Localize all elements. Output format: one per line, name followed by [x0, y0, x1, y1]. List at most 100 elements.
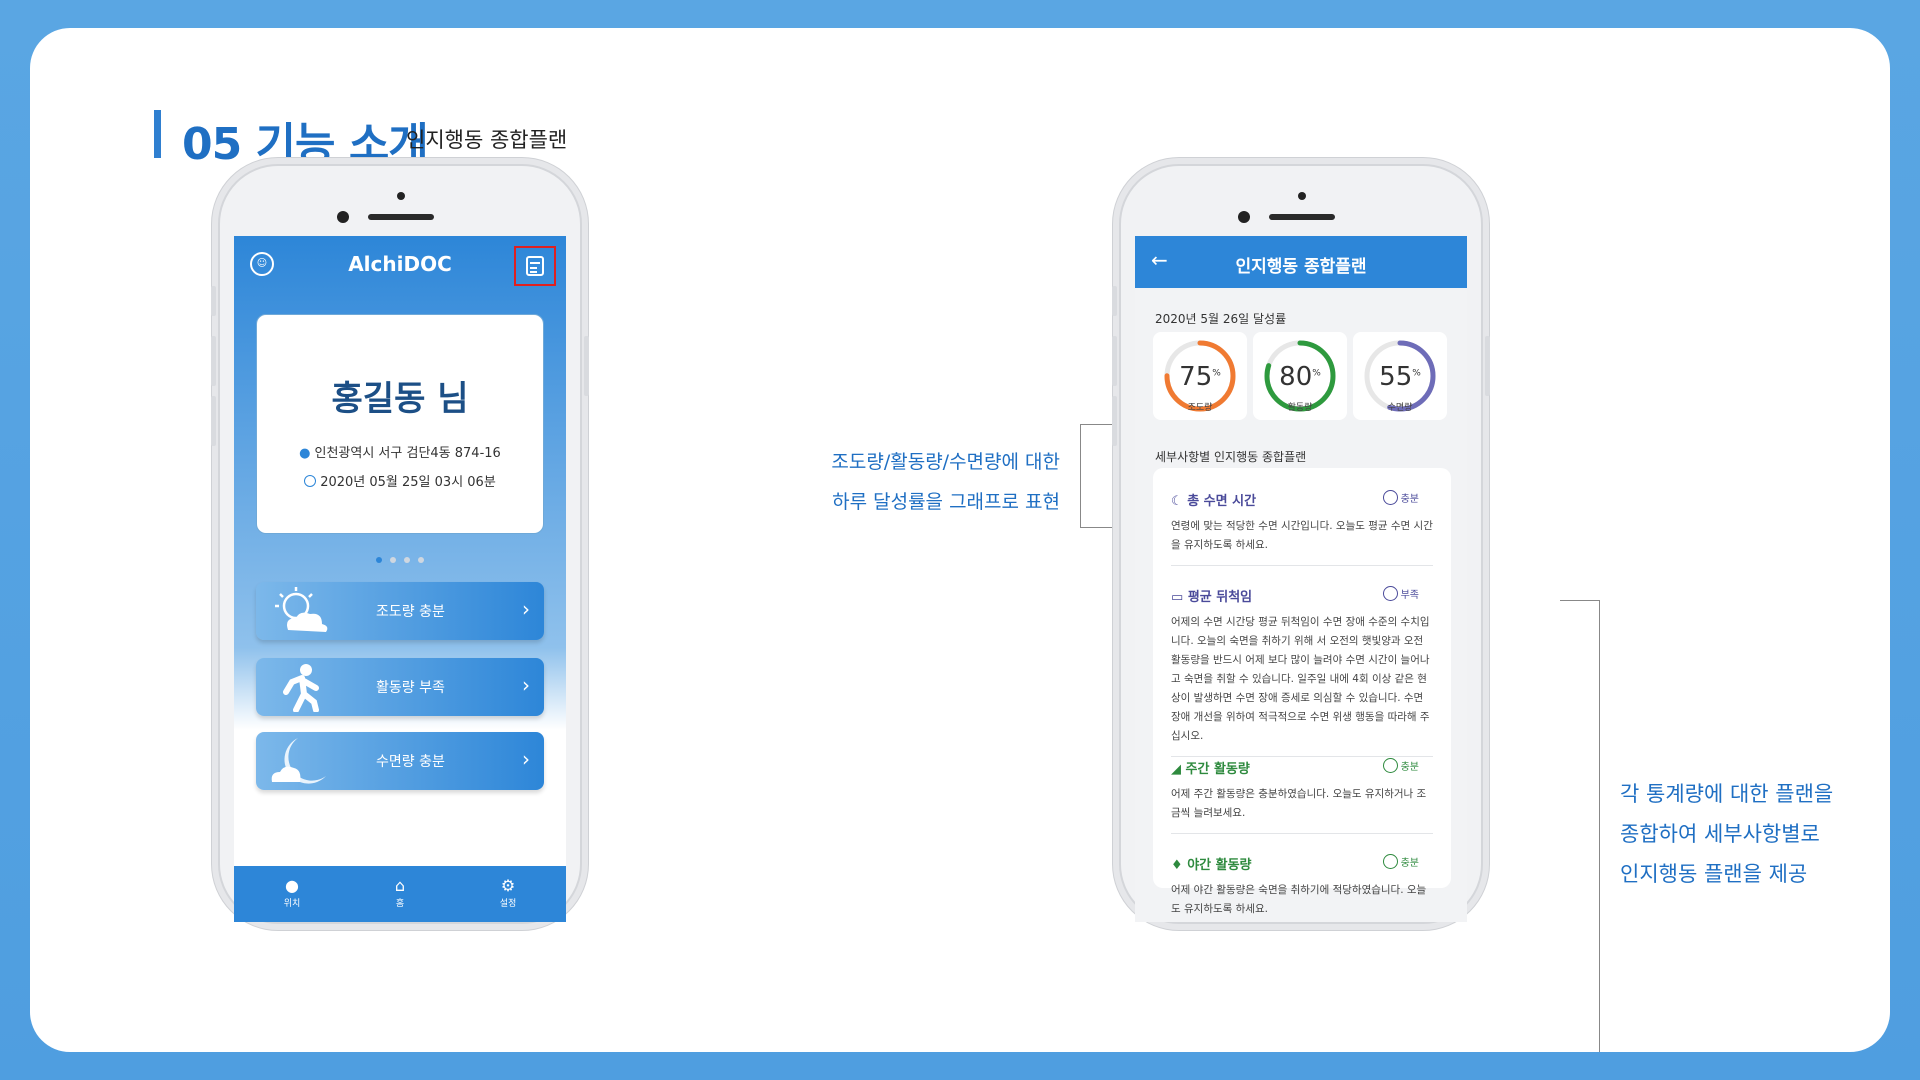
chevron-right-icon: ›: [522, 597, 530, 621]
moon-icon: ☾: [1171, 494, 1188, 509]
chevron-right-icon: ›: [522, 747, 530, 771]
bottom-nav: ● 위치 ⌂ 홈 ⚙ 설정: [234, 866, 566, 922]
bracket-connector: [1560, 600, 1600, 1052]
smile-icon: [1382, 490, 1398, 505]
detail-plan-card: ☾ 총 수면 시간 충분 연령에 맞는 적당한 수면 시간입니다. 오늘도 평균…: [1153, 468, 1451, 915]
nav-label: 위치: [283, 899, 301, 909]
menu-label: 활동량 부족: [376, 680, 445, 696]
nav-home[interactable]: ⌂ 홈: [370, 876, 430, 909]
divider: [1171, 833, 1433, 834]
clock-icon: [304, 475, 317, 487]
detail-title: 세부사항별 인지행동 종합플랜: [1155, 450, 1307, 464]
phone-plan-screen: ← 인지행동 종합플랜 2020년 5월 26일 달성률 75% 조도량 80%…: [1112, 164, 1490, 924]
section-day-activity: ◢ 주간 활동량 충분 어제 주간 활동량은 충분하였습니다. 오늘도 유지하거…: [1171, 758, 1433, 834]
location-pin-icon: ●: [285, 876, 299, 895]
divider: [1171, 565, 1433, 566]
menu-button-sleep[interactable]: 수면량 충분 ›: [256, 732, 544, 790]
phone-home-screen: ☺ AlchiDOC 홍길동 님 ● 인천광역시 서구 검단4동 874-16 2…: [211, 164, 589, 924]
header-accent-bar: [154, 110, 161, 158]
gauge-value: 55%: [1379, 362, 1421, 392]
status-badge: 부족: [1382, 586, 1419, 601]
callout-line: 하루 달성률을 그래프로 표현: [832, 491, 1060, 513]
home-icon: ⌂: [394, 876, 406, 895]
menu-label: 조도량 충분: [376, 604, 445, 620]
user-info-card: 홍길동 님 ● 인천광역시 서구 검단4동 874-16 2020년 05월 25…: [256, 314, 544, 534]
location-pin-icon: ●: [299, 446, 311, 461]
achievement-title: 2020년 5월 26일 달성률: [1155, 312, 1287, 326]
gauge-value: 75%: [1179, 362, 1221, 392]
user-address: ● 인천광역시 서구 검단4동 874-16: [257, 442, 543, 461]
page-dot[interactable]: [376, 557, 382, 563]
phone-camera: [337, 211, 349, 223]
datetime-text: 2020년 05월 25일 03시 06분: [320, 475, 496, 490]
divider: [1171, 756, 1433, 757]
nav-label: 홈: [395, 899, 405, 909]
user-datetime: 2020년 05월 25일 03시 06분: [257, 471, 543, 490]
smile-icon: [1382, 854, 1398, 869]
status-badge: 충분: [1382, 854, 1419, 869]
gauge-card-light: 75% 조도량: [1153, 332, 1247, 420]
flame-icon: ♦: [1171, 858, 1188, 873]
phone-side-button: [1485, 336, 1490, 396]
page-dot[interactable]: [404, 557, 410, 563]
section-total-sleep: ☾ 총 수면 시간 충분 연령에 맞는 적당한 수면 시간입니다. 오늘도 평균…: [1171, 490, 1433, 566]
phone-sensor: [1298, 192, 1306, 200]
plan-title: 인지행동 종합플랜: [1235, 257, 1367, 277]
callout-line: 종합하여 세부사항별로: [1620, 822, 1820, 846]
moon-cloud-icon: [271, 738, 326, 784]
menu-button-light[interactable]: 조도량 충분 ›: [256, 582, 544, 640]
slide-subtitle: 인지행동 종합플랜: [406, 128, 568, 152]
plan-screen: ← 인지행동 종합플랜 2020년 5월 26일 달성률 75% 조도량 80%…: [1135, 236, 1467, 922]
calendar-highlight-box[interactable]: [514, 246, 556, 286]
section-body: 연령에 맞는 적당한 수면 시간입니다. 오늘도 평균 수면 시간을 유지하도록…: [1171, 520, 1433, 551]
home-screen: ☺ AlchiDOC 홍길동 님 ● 인천광역시 서구 검단4동 874-16 2…: [234, 236, 566, 922]
bed-icon: ▭: [1171, 590, 1188, 605]
phone-side-button: [211, 286, 216, 316]
phone-side-button: [1112, 286, 1117, 316]
callout-line: 인지행동 플랜을 제공: [1620, 862, 1808, 886]
gauge-label: 조도량: [1187, 403, 1213, 413]
page-indicator[interactable]: [234, 548, 566, 567]
phone-camera: [1238, 211, 1250, 223]
status-badge: 충분: [1382, 490, 1419, 505]
page-dot[interactable]: [418, 557, 424, 563]
callout-graph: 조도량/활동량/수면량에 대한 하루 달성률을 그래프로 표현: [798, 442, 1060, 522]
phone-speaker: [368, 214, 434, 220]
callout-line: 조도량/활동량/수면량에 대한: [831, 451, 1060, 473]
page-dot[interactable]: [390, 557, 396, 563]
section-body: 어제 주간 활동량은 충분하였습니다. 오늘도 유지하거나 조금씩 늘려보세요.: [1171, 788, 1427, 819]
menu-button-activity[interactable]: 활동량 부족 ›: [256, 658, 544, 716]
nav-label: 설정: [499, 899, 517, 909]
phone-side-button: [584, 336, 589, 396]
gear-icon: ⚙: [500, 876, 516, 895]
gauge-card-activity: 80% 활동량: [1253, 332, 1347, 420]
slide: 05 기능 소개 인지행동 종합플랜 ☺ AlchiDOC 홍길동 님 ● 인천광…: [30, 28, 1890, 1052]
phone-side-button: [1112, 396, 1117, 446]
address-text: 인천광역시 서구 검단4동 874-16: [314, 446, 501, 461]
section-body: 어제의 수면 시간당 평균 뒤척임이 수면 장애 수준의 수치입니다. 오늘의 …: [1171, 616, 1430, 742]
gauge-label: 수면량: [1387, 403, 1413, 413]
plan-top-bar: ← 인지행동 종합플랜: [1135, 236, 1467, 288]
section-tossing: ▭ 평균 뒤척임 부족 어제의 수면 시간당 평균 뒤척임이 수면 장애 수준의…: [1171, 586, 1433, 757]
shoe-icon: ◢: [1171, 762, 1186, 777]
walking-person-icon: [283, 664, 319, 712]
smile-icon: [1382, 758, 1398, 773]
calendar-icon[interactable]: [526, 256, 544, 276]
sun-cloud-icon: [275, 587, 328, 632]
sad-face-icon: [1382, 586, 1398, 601]
chevron-right-icon: ›: [522, 673, 530, 697]
slide-title: 05 기능 소개: [182, 119, 429, 170]
app-top-bar: ☺ AlchiDOC: [234, 236, 566, 294]
gauge-label: 활동량: [1287, 403, 1313, 413]
phone-side-button: [211, 336, 216, 386]
nav-settings[interactable]: ⚙ 설정: [478, 876, 538, 909]
phone-side-button: [211, 396, 216, 446]
nav-location[interactable]: ● 위치: [262, 876, 322, 909]
phone-side-button: [1112, 336, 1117, 386]
menu-label: 수면량 충분: [376, 754, 445, 770]
section-night-activity: ♦ 야간 활동량 충분 어제 야간 활동량은 숙면을 취하기에 적당하였습니다.…: [1171, 854, 1433, 919]
callout-plan: 각 통계량에 대한 플랜을 종합하여 세부사항별로 인지행동 플랜을 제공: [1620, 774, 1833, 894]
phone-sensor: [397, 192, 405, 200]
user-name: 홍길동 님: [331, 379, 469, 419]
gauge-value: 80%: [1279, 362, 1321, 392]
